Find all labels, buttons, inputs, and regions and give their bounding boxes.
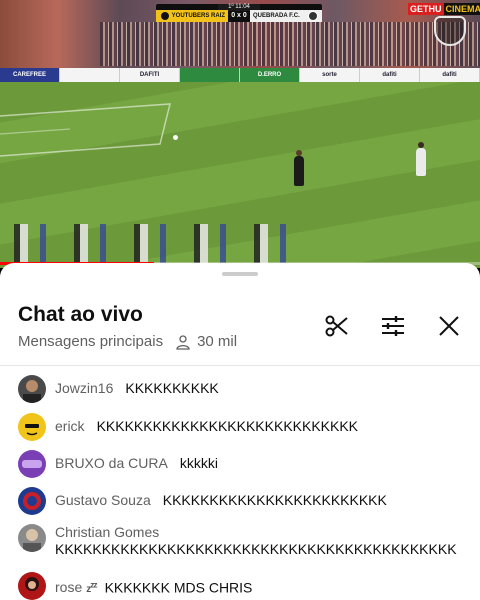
scoreboard: 1º 11:04 YOUTUBERS RAIZ 0 x 0 QUEBRADA F… [156, 4, 322, 22]
message-author[interactable]: BRUXO da CURA [55, 455, 168, 471]
ad-board [180, 68, 240, 82]
away-team-badge-icon [308, 11, 318, 21]
chat-filter-dropdown[interactable]: Mensagens principais [18, 333, 163, 350]
emoji-avatar-icon [25, 424, 39, 436]
ad-board [60, 68, 120, 82]
message-text: KKKKKKK MDS CHRIS [104, 579, 253, 596]
chat-message: BRUXO da CURA kkkkki [0, 448, 480, 485]
close-chat-button[interactable] [434, 311, 464, 341]
sleeping-badge-icon: zzz [86, 580, 97, 596]
sliders-icon [382, 316, 404, 336]
viewer-count-label: 30 mil [197, 333, 238, 350]
avatar[interactable] [18, 572, 46, 600]
chat-message: Gustavo Souza KKKKKKKKKKKKKKKKKKKKKKKK [0, 485, 480, 522]
player-dark-kit [294, 150, 304, 186]
message-text: KKKKKKKKKKKKKKKKKKKKKKKKKKKK [96, 418, 359, 434]
message-text: KKKKKKKKKKKKKKKKKKKKKKKK [162, 492, 387, 508]
message-author[interactable]: Christian Gomes [55, 524, 159, 540]
chat-settings-button[interactable] [378, 311, 408, 341]
chat-message: rose zzz KKKKKKK MDS CHRIS [0, 570, 480, 600]
avatar[interactable] [18, 413, 46, 441]
avatar[interactable] [18, 450, 46, 478]
message-author[interactable]: Jowzin16 [55, 380, 113, 396]
ad-board: D.ERRO [240, 68, 300, 82]
chat-subheader: Mensagens principais 30 mil [18, 333, 237, 350]
header-divider [0, 365, 480, 366]
chat-message: erick KKKKKKKKKKKKKKKKKKKKKKKKKKKK [0, 411, 480, 448]
avatar[interactable] [18, 487, 46, 515]
match-score: 0 x 0 [231, 12, 247, 19]
player-white-kit [416, 142, 426, 176]
message-content: Jowzin16 KKKKKKKKKK [55, 373, 475, 397]
close-icon [439, 316, 459, 336]
message-text: kkkkki [179, 455, 218, 471]
chat-message: Jowzin16 KKKKKKKKKK [0, 373, 480, 411]
message-author[interactable]: rose [55, 579, 82, 595]
message-content: Gustavo Souza KKKKKKKKKKKKKKKKKKKKKKKK [55, 485, 475, 509]
logo-avatar-icon [22, 460, 42, 468]
message-content: erick KKKKKKKKKKKKKKKKKKKKKKKKKKKK [55, 411, 475, 435]
message-content: rose zzz KKKKKKK MDS CHRIS [55, 570, 475, 598]
scissors-icon [325, 315, 348, 337]
football [173, 135, 178, 140]
user-photo-icon [23, 380, 41, 403]
live-chat-panel: Chat ao vivo Mensagens principais 30 mil [0, 263, 480, 600]
user-photo-icon [23, 529, 41, 552]
message-author[interactable]: Gustavo Souza [55, 492, 151, 508]
ad-board: DAFITI [120, 68, 180, 82]
avatar[interactable] [18, 375, 46, 403]
chat-message-list[interactable]: Jowzin16 KKKKKKKKKK erick KKKKKKKKKKKKKKKK… [0, 373, 480, 600]
ad-board: CAREFREE [0, 68, 60, 82]
avatar[interactable] [18, 524, 46, 552]
crowd [100, 22, 480, 66]
clip-button[interactable] [322, 311, 352, 341]
message-text: KKKKKKKKKK [125, 380, 219, 396]
home-team-badge-icon [160, 11, 170, 21]
ad-board: dafiti [360, 68, 420, 82]
chat-title: Chat ao vivo [18, 303, 143, 326]
ad-board: sorte [300, 68, 360, 82]
user-photo-icon [25, 577, 39, 591]
message-content: BRUXO da CURA kkkkki [55, 448, 475, 472]
ad-board: dafiti [420, 68, 480, 82]
video-player[interactable]: CAREFREE DAFITI D.ERRO sorte dafiti dafi… [0, 0, 480, 268]
drag-handle[interactable] [222, 272, 258, 276]
message-author[interactable]: erick [55, 418, 85, 434]
club-badge-avatar-icon [23, 492, 41, 510]
viewer-count: 30 mil [175, 333, 237, 350]
message-text: KKKKKKKKKKKKKKKKKKKKKKKKKKKKKKKKKKKKKKKK… [55, 541, 457, 557]
message-content: Christian Gomes KKKKKKKKKKKKKKKKKKKKKKKKK… [55, 522, 475, 558]
ad-boards: CAREFREE DAFITI D.ERRO sorte dafiti dafi… [0, 68, 480, 82]
watermark-logo: GETHU CINEMA [408, 2, 480, 16]
person-icon [176, 334, 190, 350]
chat-message: Christian Gomes KKKKKKKKKKKKKKKKKKKKKKKKK… [0, 522, 480, 570]
